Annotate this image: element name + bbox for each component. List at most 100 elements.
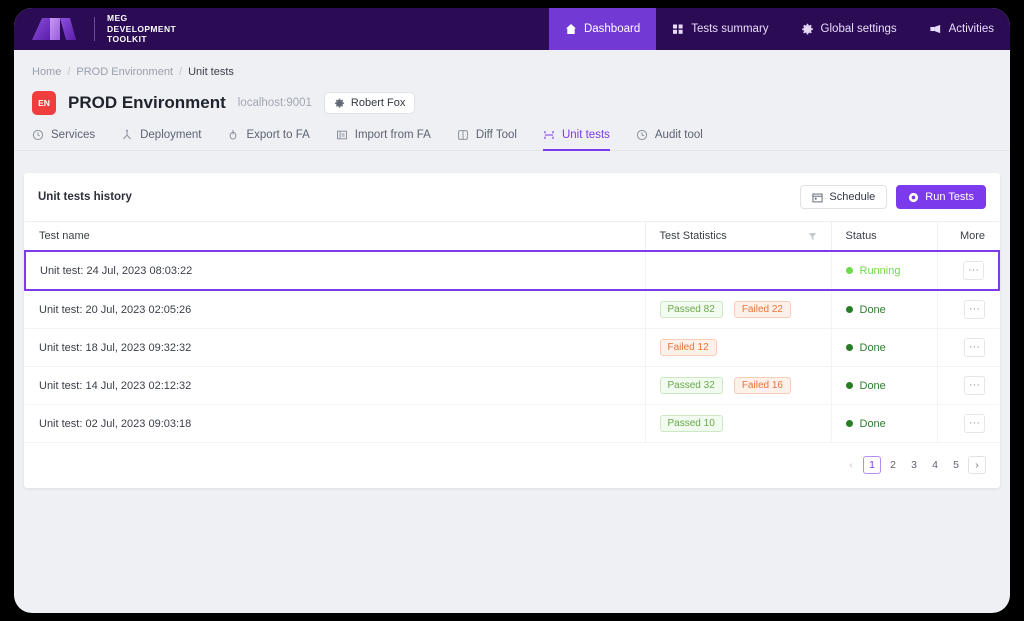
- tab-services[interactable]: Services: [32, 129, 111, 150]
- card-actions: Schedule Run Tests: [800, 185, 986, 209]
- nav-label-tests-summary: Tests summary: [691, 23, 769, 35]
- table-header-row: Test name Test Statistics Status More: [25, 221, 999, 252]
- row-more-button[interactable]: ···: [963, 261, 984, 280]
- status-badge-done: Done: [845, 417, 923, 430]
- nav-item-tests-summary[interactable]: Tests summary: [656, 8, 784, 50]
- column-header-test-name[interactable]: Test name: [25, 221, 645, 252]
- row-more-button[interactable]: ···: [964, 338, 985, 357]
- gear-icon: [801, 23, 813, 34]
- table-row[interactable]: Unit test: 02 Jul, 2023 09:03:18 Passed …: [25, 404, 999, 443]
- tab-label-diff-tool: Diff Tool: [475, 129, 517, 141]
- tab-import-from-fa[interactable]: Import from FA: [336, 129, 447, 150]
- pagination-page-3[interactable]: 3: [905, 456, 923, 474]
- row-more-button[interactable]: ···: [964, 414, 985, 433]
- diff-icon: [457, 130, 468, 140]
- failed-badge: Failed 22: [733, 301, 791, 318]
- nav-label-activities: Activities: [948, 23, 994, 35]
- meg-logo-icon: [32, 18, 76, 40]
- page-title: PROD Environment: [68, 93, 226, 112]
- home-icon: [565, 24, 576, 34]
- table-row[interactable]: Unit test: 20 Jul, 2023 02:05:26 Passed …: [25, 290, 999, 329]
- failed-badge: Failed 12: [659, 339, 717, 356]
- table-body: Unit test: 24 Jul, 2023 08:03:22 Running…: [24, 250, 1000, 443]
- cell-test-name: Unit test: 20 Jul, 2023 02:05:26: [25, 290, 645, 329]
- megaphone-icon: [930, 24, 940, 34]
- audit-icon: [636, 129, 647, 141]
- status-dot-icon: [845, 420, 853, 427]
- cell-test-name: Unit test: 18 Jul, 2023 09:32:32: [25, 328, 645, 367]
- status-badge-running: Running: [845, 264, 923, 277]
- nav-item-dashboard[interactable]: Dashboard: [548, 8, 657, 50]
- pagination-page-4[interactable]: 4: [926, 456, 944, 474]
- table-row[interactable]: Unit test: 14 Jul, 2023 02:12:32 Passed …: [25, 366, 999, 405]
- status-label: Done: [859, 341, 886, 354]
- import-icon: [336, 130, 347, 140]
- unit-tests-card: Unit tests history Schedule Run Tests Te…: [24, 173, 1000, 488]
- table-row[interactable]: Unit test: 18 Jul, 2023 09:32:32 Failed …: [25, 328, 999, 367]
- table-row[interactable]: Unit test: 24 Jul, 2023 08:03:22 Running…: [24, 250, 1000, 291]
- language-badge[interactable]: EN: [32, 91, 56, 115]
- status-label: Done: [859, 379, 886, 392]
- unit-tests-icon: [544, 131, 554, 139]
- table-head: Test name Test Statistics Status More: [25, 221, 999, 252]
- breadcrumb-environment[interactable]: PROD Environment: [76, 66, 173, 78]
- cell-more: ···: [936, 250, 1000, 291]
- card-title: Unit tests history: [38, 191, 132, 203]
- pagination-page-5[interactable]: 5: [947, 456, 965, 474]
- nav-label-dashboard: Dashboard: [583, 23, 641, 35]
- nav-item-global-settings[interactable]: Global settings: [785, 8, 913, 50]
- breadcrumb-separator-1: /: [67, 66, 71, 78]
- status-dot-icon: [845, 382, 853, 389]
- tab-label-audit-tool: Audit tool: [654, 129, 703, 141]
- tab-diff-tool[interactable]: Diff Tool: [457, 129, 533, 150]
- row-more-button[interactable]: ···: [964, 300, 985, 319]
- run-tests-label: Run Tests: [925, 191, 974, 203]
- nav-item-activities[interactable]: Activities: [913, 8, 1010, 50]
- tab-unit-tests[interactable]: Unit tests: [542, 129, 626, 151]
- tab-export-to-fa[interactable]: Export to FA: [227, 129, 325, 150]
- column-header-status[interactable]: Status: [830, 221, 937, 252]
- cell-test-statistics: [644, 250, 831, 291]
- pagination-page-2[interactable]: 2: [884, 456, 902, 474]
- user-name: Robert Fox: [350, 97, 406, 109]
- filter-icon[interactable]: [808, 232, 817, 241]
- cell-status: Running: [830, 250, 937, 291]
- cell-test-statistics: Passed 10: [644, 404, 831, 443]
- pagination-prev-button[interactable]: ‹: [842, 456, 860, 474]
- tab-deployment[interactable]: Deployment: [121, 129, 217, 150]
- user-chip[interactable]: Robert Fox: [323, 92, 416, 114]
- brand-title: MEG DEVELOPMENT TOOLKIT: [107, 13, 176, 45]
- play-circle-icon: [909, 192, 919, 202]
- breadcrumb-current: Unit tests: [188, 66, 234, 78]
- status-label: Done: [859, 303, 886, 316]
- status-label: Running: [859, 264, 901, 277]
- cell-status: Done: [830, 366, 937, 405]
- cell-test-statistics: Passed 82 Failed 22: [644, 290, 831, 329]
- breadcrumb-home[interactable]: Home: [32, 66, 61, 78]
- run-tests-button[interactable]: Run Tests: [896, 185, 986, 209]
- gear-icon: [334, 98, 344, 108]
- pagination-next-button[interactable]: ›: [968, 456, 986, 474]
- status-label: Done: [859, 417, 886, 430]
- row-more-button[interactable]: ···: [964, 376, 985, 395]
- section-tabs: Services Deployment Export to FA Import …: [14, 115, 1010, 151]
- cell-test-name: Unit test: 14 Jul, 2023 02:12:32: [25, 366, 645, 405]
- column-label-test-statistics: Test Statistics: [659, 230, 727, 242]
- tab-label-import-from-fa: Import from FA: [354, 129, 431, 141]
- tab-label-deployment: Deployment: [140, 129, 202, 141]
- breadcrumb: Home / PROD Environment / Unit tests: [14, 50, 1010, 78]
- column-header-test-statistics[interactable]: Test Statistics: [644, 221, 831, 252]
- cell-more: ···: [936, 404, 999, 443]
- brand-line-1: MEG: [107, 13, 128, 24]
- schedule-button[interactable]: Schedule: [800, 185, 888, 209]
- passed-badge: Passed 82: [659, 301, 723, 318]
- status-dot-icon: [845, 344, 853, 351]
- cell-test-name: Unit test: 24 Jul, 2023 08:03:22: [24, 250, 645, 291]
- tab-label-export-to-fa: Export to FA: [246, 129, 310, 141]
- brand-logo[interactable]: MEG DEVELOPMENT TOOLKIT: [14, 8, 176, 50]
- pagination-page-1[interactable]: 1: [863, 456, 881, 474]
- tab-label-services: Services: [51, 129, 96, 141]
- tab-audit-tool[interactable]: Audit tool: [636, 129, 719, 150]
- top-navigation-bar: MEG DEVELOPMENT TOOLKIT Dashboard Tests …: [14, 8, 1010, 50]
- status-dot-icon: [845, 267, 853, 274]
